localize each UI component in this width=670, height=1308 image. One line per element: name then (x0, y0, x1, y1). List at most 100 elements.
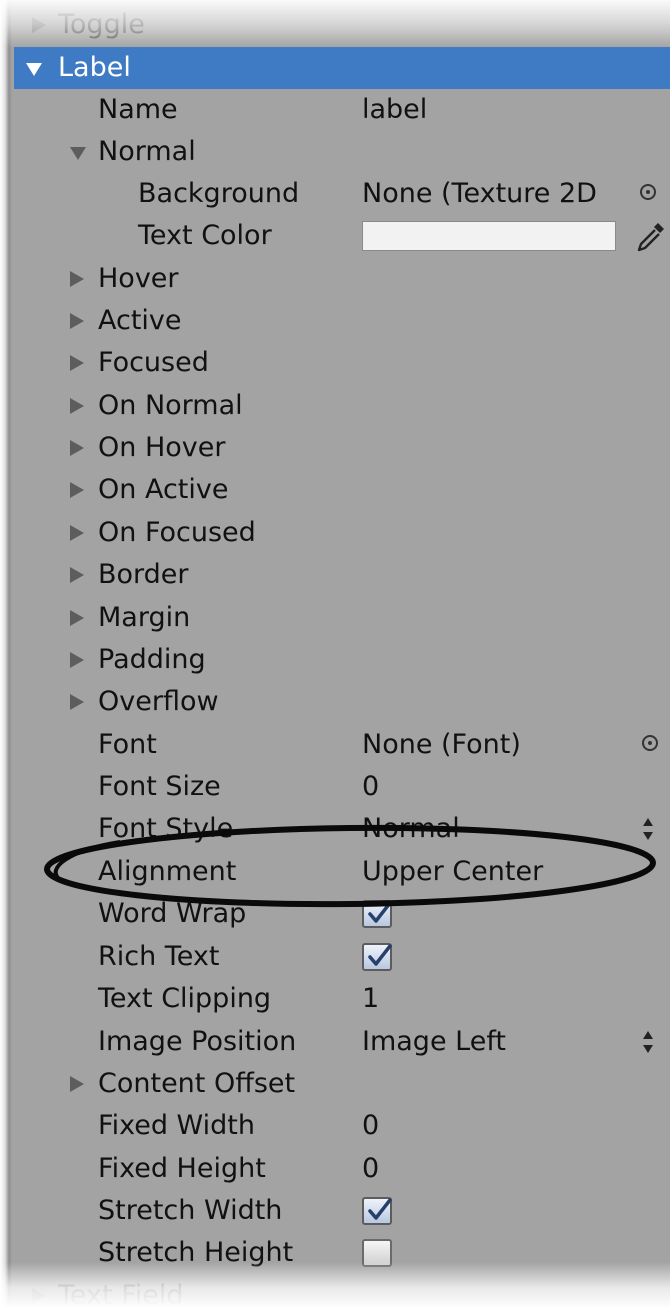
image-position-dropdown[interactable]: Image Left (362, 1021, 506, 1063)
fixed-width-field-row: Fixed Width 0 (14, 1105, 670, 1147)
foldout-border-label: Border (98, 559, 189, 590)
foldout-active[interactable]: Active (14, 300, 670, 342)
word-wrap-checkbox[interactable] (362, 900, 392, 928)
stretch-height-checkbox[interactable] (362, 1239, 392, 1267)
font-style-field-row: Font Style Normal (14, 808, 670, 850)
foldout-on-normal[interactable]: On Normal (14, 385, 670, 427)
foldout-active-label: Active (98, 305, 182, 336)
background-label: Background (138, 178, 300, 209)
alignment-field-row: Alignment Upper Center (14, 851, 670, 893)
font-size-input[interactable]: 0 (362, 766, 379, 808)
foldout-arrow-right-icon (70, 652, 84, 668)
word-wrap-label: Word Wrap (98, 898, 247, 929)
checkmark-icon (368, 944, 392, 966)
foldout-on-normal-label: On Normal (98, 390, 243, 421)
font-style-dropdown[interactable]: Normal (362, 808, 460, 850)
foldout-on-focused[interactable]: On Focused (14, 512, 670, 554)
foldout-arrow-right-icon (70, 355, 84, 371)
foldout-arrow-right-icon (32, 17, 46, 33)
text-color-label: Text Color (138, 220, 272, 251)
foldout-margin-label: Margin (98, 602, 191, 633)
alignment-label: Alignment (98, 856, 237, 887)
foldout-normal[interactable]: Normal (14, 131, 670, 173)
checkmark-icon (368, 901, 392, 923)
foldout-label: Text Field (58, 1280, 184, 1308)
text-clipping-dropdown[interactable]: 1 (362, 978, 379, 1020)
foldout-content-offset-label: Content Offset (98, 1068, 296, 1099)
font-field-row: Font None (Font) (14, 724, 670, 766)
font-size-label: Font Size (98, 771, 221, 802)
text-clipping-label: Text Clipping (98, 983, 272, 1014)
word-wrap-field-row: Word Wrap (14, 893, 670, 935)
foldout-on-active[interactable]: On Active (14, 469, 670, 511)
fixed-height-label: Fixed Height (98, 1153, 266, 1184)
foldout-on-hover[interactable]: On Hover (14, 427, 670, 469)
fixed-width-input[interactable]: 0 (362, 1105, 379, 1147)
stretch-width-field-row: Stretch Width (14, 1190, 670, 1232)
inspector-panel: Toggle Label Name label Normal Backgroun… (0, 0, 670, 1308)
foldout-arrow-right-icon (70, 694, 84, 710)
fixed-height-input[interactable]: 0 (362, 1148, 379, 1190)
image-position-field-row: Image Position Image Left (14, 1021, 670, 1063)
foldout-on-hover-label: On Hover (98, 432, 226, 463)
text-color-field-row: Text Color (14, 215, 670, 257)
foldout-padding[interactable]: Padding (14, 639, 670, 681)
rich-text-checkbox[interactable] (362, 943, 392, 971)
foldout-arrow-right-icon (70, 440, 84, 456)
font-object-field[interactable]: None (Font) (362, 724, 521, 766)
stretch-height-field-row: Stretch Height (14, 1232, 670, 1274)
foldout-focused[interactable]: Focused (14, 342, 670, 384)
foldout-label-section[interactable]: Label (14, 47, 670, 89)
foldout-arrow-right-icon (70, 610, 84, 626)
foldout-focused-label: Focused (98, 347, 209, 378)
text-clipping-field-row: Text Clipping 1 (14, 978, 670, 1020)
background-object-field[interactable]: None (Texture 2D (362, 173, 597, 215)
foldout-on-focused-label: On Focused (98, 517, 256, 548)
dropdown-arrows-icon (643, 1031, 653, 1053)
foldout-margin[interactable]: Margin (14, 597, 670, 639)
name-label: Name (98, 94, 178, 125)
foldout-arrow-right-icon (70, 567, 84, 583)
fixed-height-field-row: Fixed Height 0 (14, 1148, 670, 1190)
dropdown-arrows-icon (643, 818, 653, 840)
foldout-overflow-label: Overflow (98, 686, 219, 717)
stretch-width-label: Stretch Width (98, 1195, 283, 1226)
foldout-on-active-label: On Active (98, 474, 229, 505)
foldout-arrow-right-icon (70, 525, 84, 541)
foldout-arrow-right-icon (32, 1288, 46, 1304)
panel-left-edge (0, 0, 12, 1308)
foldout-border[interactable]: Border (14, 554, 670, 596)
checkmark-icon (368, 1198, 392, 1220)
font-style-label: Font Style (98, 813, 234, 844)
alignment-dropdown[interactable]: Upper Center (362, 851, 543, 893)
rich-text-field-row: Rich Text (14, 936, 670, 978)
foldout-hover-label: Hover (98, 263, 179, 294)
foldout-content-offset[interactable]: Content Offset (14, 1063, 670, 1105)
foldout-padding-label: Padding (98, 644, 206, 675)
foldout-arrow-right-icon (70, 271, 84, 287)
foldout-arrow-right-icon (70, 398, 84, 414)
stretch-width-checkbox[interactable] (362, 1197, 392, 1225)
foldout-arrow-right-icon (70, 1076, 84, 1092)
object-picker-icon[interactable] (640, 184, 656, 200)
eyedropper-icon[interactable] (632, 219, 668, 255)
object-picker-icon[interactable] (642, 735, 658, 751)
name-field-row: Name label (14, 89, 670, 131)
foldout-overflow[interactable]: Overflow (14, 681, 670, 723)
image-position-label: Image Position (98, 1026, 297, 1057)
font-label: Font (98, 729, 157, 760)
font-size-field-row: Font Size 0 (14, 766, 670, 808)
section-title: Label (58, 52, 131, 83)
name-input[interactable]: label (362, 89, 427, 131)
foldout-text-field[interactable]: Text Field (14, 1275, 670, 1308)
fixed-width-label: Fixed Width (98, 1110, 255, 1141)
rich-text-label: Rich Text (98, 941, 220, 972)
foldout-arrow-down-icon (26, 63, 42, 76)
text-color-swatch[interactable] (362, 221, 616, 251)
foldout-arrow-down-icon (70, 147, 86, 160)
foldout-label: Toggle (58, 9, 145, 40)
foldout-toggle[interactable]: Toggle (14, 4, 670, 46)
foldout-hover[interactable]: Hover (14, 258, 670, 300)
stretch-height-label: Stretch Height (98, 1237, 294, 1268)
foldout-arrow-right-icon (70, 313, 84, 329)
